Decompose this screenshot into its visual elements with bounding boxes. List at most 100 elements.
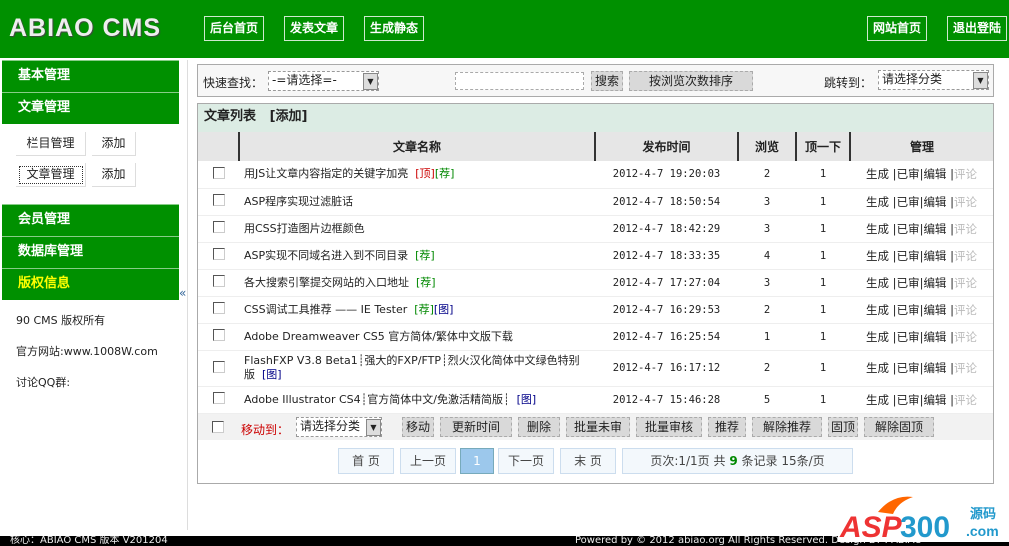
collapse-sidebar-icon[interactable]: « (179, 286, 186, 300)
comment-link[interactable]: 评论 (954, 195, 977, 209)
select-all-checkbox[interactable] (212, 420, 224, 433)
comment-link[interactable]: 评论 (954, 393, 977, 407)
edit-link[interactable]: 编辑 (923, 393, 946, 407)
nav-generate-static[interactable]: 生成静态 (364, 16, 425, 41)
edit-link[interactable]: 编辑 (923, 222, 946, 236)
last-page-button[interactable]: 末 页 (560, 448, 616, 474)
next-page-button[interactable]: 下一页 (498, 448, 554, 474)
add-article-link[interactable]: [添加] (270, 109, 308, 124)
comment-link[interactable]: 评论 (954, 330, 977, 344)
edit-link[interactable]: 编辑 (923, 330, 946, 344)
batch-action-button[interactable]: 删除 (518, 416, 560, 437)
batch-action-button[interactable]: 解除固顶 (864, 416, 934, 437)
search-button[interactable]: 搜索 (591, 71, 623, 91)
tag-top[interactable]: [顶] (415, 167, 435, 180)
approved-link[interactable]: 已审 (897, 361, 920, 375)
batch-action-button[interactable]: 批量未审 (566, 416, 630, 437)
generate-link[interactable]: 生成 (866, 195, 889, 209)
tag-rec[interactable]: [荐] (435, 167, 455, 180)
comment-link[interactable]: 评论 (954, 303, 977, 317)
generate-link[interactable]: 生成 (866, 167, 889, 181)
approved-link[interactable]: 已审 (897, 276, 920, 290)
jump-category-select[interactable]: 请选择分类 ▼ (878, 70, 989, 90)
logout-button[interactable]: 退出登陆 (947, 16, 1008, 41)
sidebar-article-manage[interactable]: 文章管理 (16, 163, 86, 187)
comment-link[interactable]: 评论 (954, 167, 977, 181)
generate-link[interactable]: 生成 (866, 249, 889, 263)
comment-link[interactable]: 评论 (954, 249, 977, 263)
batch-action-button[interactable]: 移动 (402, 416, 434, 437)
tag-img[interactable]: [图] (517, 393, 537, 406)
article-title-link[interactable]: ASP程序实现过滤脏话 (244, 195, 353, 208)
batch-action-button[interactable]: 解除推荐 (752, 416, 822, 437)
first-page-button[interactable]: 首 页 (338, 448, 394, 474)
sort-by-views-button[interactable]: 按浏览次数排序 (629, 71, 753, 91)
row-checkbox[interactable] (212, 248, 225, 260)
article-title-link[interactable]: CSS调试工具推荐 —— IE Tester (244, 303, 407, 316)
prev-page-button[interactable]: 上一页 (400, 448, 456, 474)
row-checkbox[interactable] (212, 392, 225, 404)
approved-link[interactable]: 已审 (897, 330, 920, 344)
sidebar-members[interactable]: 会员管理 (2, 204, 179, 236)
approved-link[interactable]: 已审 (897, 195, 920, 209)
comment-link[interactable]: 评论 (954, 361, 977, 375)
row-checkbox[interactable] (212, 194, 225, 206)
generate-link[interactable]: 生成 (866, 361, 889, 375)
sidebar-copyright[interactable]: 版权信息 (2, 268, 179, 300)
sidebar-category-add[interactable]: 添加 (92, 132, 136, 156)
row-checkbox[interactable] (212, 302, 225, 314)
comment-link[interactable]: 评论 (954, 276, 977, 290)
generate-link[interactable]: 生成 (866, 303, 889, 317)
move-category-select[interactable]: 请选择分类 ▼ (296, 416, 382, 437)
article-title-link[interactable]: Adobe Dreamweaver CS5 官方简体/繁体中文版下载 (244, 330, 513, 343)
approved-link[interactable]: 已审 (897, 249, 920, 263)
edit-link[interactable]: 编辑 (923, 276, 946, 290)
row-checkbox[interactable] (212, 221, 225, 233)
edit-link[interactable]: 编辑 (923, 249, 946, 263)
row-checkbox[interactable] (212, 275, 225, 287)
sidebar-database[interactable]: 数据库管理 (2, 236, 179, 268)
row-checkbox[interactable] (212, 329, 225, 341)
nav-admin-home[interactable]: 后台首页 (204, 16, 265, 41)
edit-link[interactable]: 编辑 (923, 195, 946, 209)
tag-rec[interactable]: [荐] (414, 303, 434, 316)
edit-link[interactable]: 编辑 (923, 361, 946, 375)
approved-link[interactable]: 已审 (897, 393, 920, 407)
article-title-link[interactable]: 用JS让文章内容指定的关键字加亮 (244, 167, 408, 180)
tag-img[interactable]: [图] (434, 303, 454, 316)
quick-find-select[interactable]: -=请选择=- ▼ (268, 71, 379, 91)
sidebar-articles[interactable]: 文章管理 (2, 92, 179, 124)
edit-link[interactable]: 编辑 (923, 303, 946, 317)
edit-link[interactable]: 编辑 (923, 167, 946, 181)
sidebar-category-manage[interactable]: 栏目管理 (16, 132, 86, 156)
generate-link[interactable]: 生成 (866, 330, 889, 344)
article-title-link[interactable]: Adobe Illustrator CS4┊官方简体中文/免激活精简版┊ (244, 393, 510, 406)
generate-link[interactable]: 生成 (866, 393, 889, 407)
generate-link[interactable]: 生成 (866, 276, 889, 290)
batch-action-button[interactable]: 更新时间 (440, 416, 512, 437)
current-page[interactable]: 1 (460, 448, 494, 474)
sidebar-basic[interactable]: 基本管理 (2, 60, 179, 92)
batch-action-button[interactable]: 推荐 (708, 416, 746, 437)
row-checkbox[interactable] (212, 166, 225, 179)
article-title-link[interactable]: FlashFXP V3.8 Beta1┊强大的FXP/FTP┊烈火汉化简体中文绿… (244, 354, 580, 381)
batch-action-button[interactable]: 固顶 (828, 416, 858, 437)
generate-link[interactable]: 生成 (866, 222, 889, 236)
approved-link[interactable]: 已审 (897, 167, 920, 181)
search-input[interactable] (455, 72, 584, 90)
tag-img[interactable]: [图] (262, 368, 282, 381)
tag-rec[interactable]: [荐] (415, 249, 435, 262)
sidebar-article-add[interactable]: 添加 (92, 163, 136, 187)
nav-site-home[interactable]: 网站首页 (867, 16, 928, 41)
nav-post-article[interactable]: 发表文章 (284, 16, 345, 41)
publish-time: 2012-4-7 19:20:03 (595, 161, 738, 189)
batch-action-button[interactable]: 批量审核 (636, 416, 702, 437)
tag-rec[interactable]: [荐] (416, 276, 436, 289)
article-title-link[interactable]: 用CSS打造图片边框颜色 (244, 222, 365, 235)
comment-link[interactable]: 评论 (954, 222, 977, 236)
article-title-link[interactable]: ASP实现不同域名进入到不同目录 (244, 249, 408, 262)
row-checkbox[interactable] (212, 360, 225, 373)
approved-link[interactable]: 已审 (897, 303, 920, 317)
article-title-link[interactable]: 各大搜索引擎提交网站的入口地址 (244, 276, 409, 289)
approved-link[interactable]: 已审 (897, 222, 920, 236)
